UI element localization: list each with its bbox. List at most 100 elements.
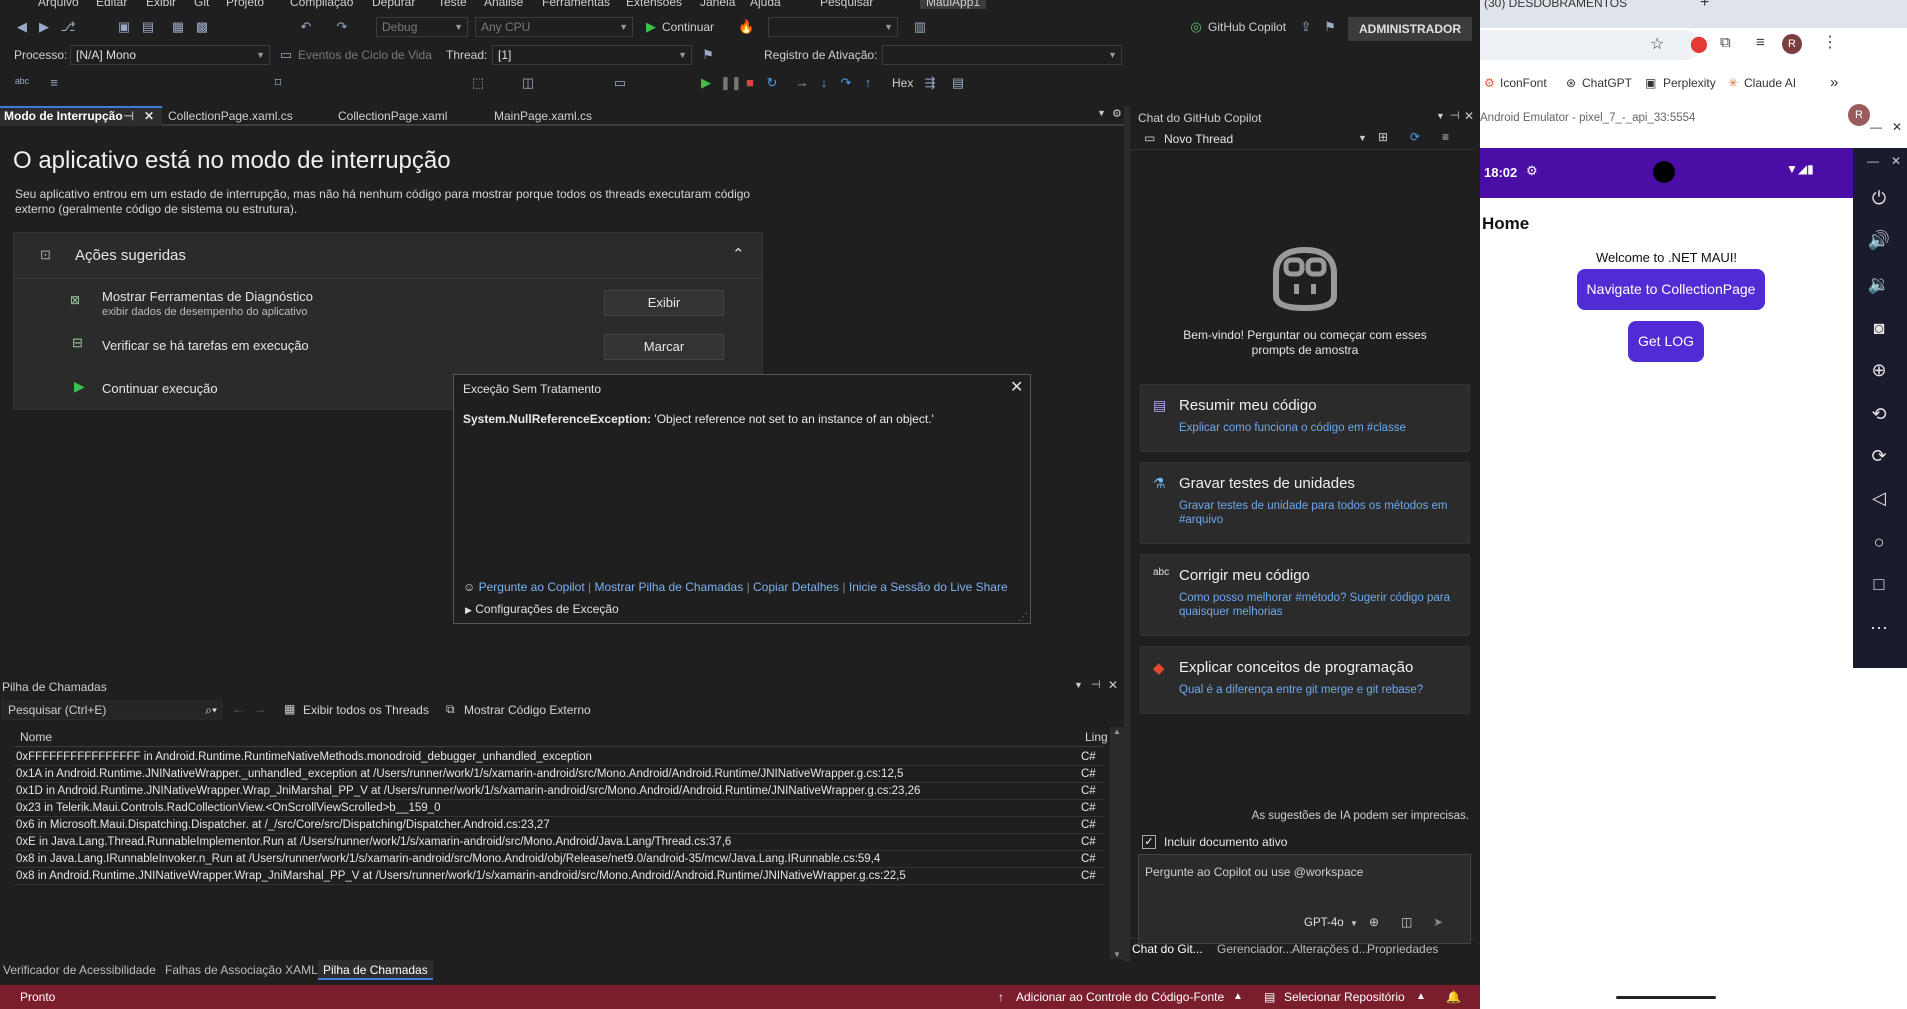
browser-tab[interactable]: (30) DESDOBRAMENTOS: [1484, 0, 1627, 10]
table-row[interactable]: 0x6 in Microsoft.Maui.Dispatching.Dispat…: [14, 817, 1104, 834]
table-row[interactable]: 0x1A in Android.Runtime.JNINativeWrapper…: [14, 766, 1104, 783]
pin-icon[interactable]: ⊣: [1450, 109, 1460, 122]
share-icon[interactable]: ⇪: [1298, 19, 1314, 35]
pause-icon[interactable]: ❚❚: [720, 75, 742, 91]
camera-icon[interactable]: ◙: [1867, 316, 1891, 340]
scroll-up-icon[interactable]: ▲: [1113, 727, 1121, 736]
chevron-down-icon[interactable]: ▼: [1436, 111, 1445, 121]
rotate-right-icon[interactable]: ⟳: [1867, 444, 1891, 468]
diagnostics-icon[interactable]: ⬚: [470, 75, 486, 91]
attach-icon[interactable]: ⊕: [1369, 915, 1379, 929]
chevron-right-icon[interactable]: »: [1830, 74, 1838, 91]
exception-settings[interactable]: ▶ Configurações de Exceção: [465, 602, 619, 616]
split-view-icon[interactable]: ◫: [1401, 915, 1412, 929]
new-item-icon[interactable]: ▣: [116, 19, 132, 35]
menu-exibir[interactable]: Exibir: [146, 0, 176, 9]
menu-analise[interactable]: Análise: [484, 0, 523, 9]
table-row[interactable]: 0x8 in Android.Runtime.JNINativeWrapper.…: [14, 868, 1104, 885]
view-button[interactable]: Exibir: [604, 290, 724, 316]
monitor-icon[interactable]: ▭: [612, 75, 628, 91]
layout-icon[interactable]: ▥: [912, 19, 928, 35]
prompt-card-summarize[interactable]: ▤ Resumir meu código Explicar como funci…: [1140, 384, 1470, 452]
menu-git[interactable]: Git: [194, 0, 209, 9]
table-row[interactable]: 0xFFFFFFFFFFFFFFFF in Android.Runtime.Ru…: [14, 749, 1104, 766]
get-log-button[interactable]: Get LOG: [1628, 321, 1704, 362]
minimize-icon[interactable]: —: [1867, 154, 1879, 168]
bookmark-claude[interactable]: Claude AI: [1744, 76, 1796, 90]
bookmark-star-icon[interactable]: ☆: [1650, 34, 1664, 54]
chevron-up-icon[interactable]: ⌃: [732, 245, 745, 263]
copilot-button[interactable]: GitHub Copilot: [1208, 20, 1286, 34]
activation-dropdown[interactable]: ▼: [882, 45, 1122, 65]
tab-solution-explorer[interactable]: Gerenciador...: [1217, 942, 1292, 956]
forward-icon[interactable]: ▶: [36, 19, 52, 35]
callstack-search-input[interactable]: Pesquisar (Ctrl+E) ⌕▾: [2, 700, 222, 720]
show-callstack-link[interactable]: Mostrar Pilha de Chamadas: [594, 580, 743, 594]
continue-icon[interactable]: ▶: [74, 378, 85, 395]
media-icon[interactable]: ≡: [1756, 34, 1765, 51]
more-icon[interactable]: ⋯: [1867, 616, 1891, 640]
close-icon[interactable]: ✕: [144, 108, 154, 124]
tab-overflow-icon[interactable]: ▼: [1097, 108, 1106, 118]
profile-avatar[interactable]: R: [1782, 34, 1802, 54]
history-icon[interactable]: ⟳: [1410, 130, 1420, 144]
table-row[interactable]: 0x8 in Java.Lang.IRunnableInvoker.n_Run …: [14, 851, 1104, 868]
tab-git-changes[interactable]: Alterações d...: [1292, 942, 1369, 956]
open-folder-icon[interactable]: ▤: [140, 19, 156, 35]
tab-break-mode[interactable]: Modo de Interrupção ⊣ ✕: [0, 106, 162, 126]
opera-icon[interactable]: ⬤: [1690, 34, 1708, 54]
close-icon[interactable]: ✕: [1464, 109, 1474, 123]
hot-reload-icon[interactable]: 🔥: [738, 19, 754, 35]
back-icon[interactable]: ←: [232, 702, 244, 716]
restart-icon[interactable]: ↻: [764, 75, 780, 91]
flag-icon[interactable]: ⚑: [700, 47, 716, 63]
home-icon[interactable]: ○: [1867, 530, 1891, 554]
zoom-icon[interactable]: ⊕: [1867, 358, 1891, 382]
gesture-bar[interactable]: [1616, 996, 1716, 999]
tab-copilot-chat[interactable]: Chat do Git...: [1132, 942, 1203, 956]
thread-selector[interactable]: Novo Thread: [1164, 132, 1233, 146]
rotate-left-icon[interactable]: ⟲: [1867, 402, 1891, 426]
tab-properties[interactable]: Propriedades: [1367, 942, 1438, 956]
back-icon[interactable]: ◀: [14, 19, 30, 35]
menu-editar[interactable]: Editar: [96, 0, 127, 9]
pin-icon[interactable]: ⊣: [124, 108, 134, 124]
gear-icon[interactable]: ⚙: [1112, 107, 1122, 120]
menu-teste[interactable]: Teste: [438, 0, 467, 9]
menu-compilacao[interactable]: Compilação: [290, 0, 353, 9]
spellcheck-icon[interactable]: ᵃᵇᶜ: [14, 75, 30, 91]
close-icon[interactable]: ✕: [1010, 377, 1023, 397]
column-language[interactable]: Ling: [1085, 730, 1108, 744]
menu-icon[interactable]: ≡: [1442, 130, 1449, 144]
show-external-code-button[interactable]: Mostrar Código Externo: [464, 703, 591, 717]
table-row[interactable]: 0x23 in Telerik.Maui.Controls.RadCollect…: [14, 800, 1104, 817]
bookmark-iconfont[interactable]: IconFont: [1500, 76, 1547, 90]
tab-collectionpage-xaml-cs[interactable]: CollectionPage.xaml.cs: [164, 106, 328, 126]
suggested-actions-header[interactable]: ⊡ Ações sugeridas ⌃: [14, 233, 762, 279]
scroll-down-icon[interactable]: ▼: [1113, 950, 1121, 959]
close-icon[interactable]: ✕: [1891, 154, 1901, 168]
menu-arquivo[interactable]: Arquivo: [38, 0, 79, 9]
tab-call-stack[interactable]: Pilha de Chamadas: [318, 960, 433, 980]
camera-icon[interactable]: ◫: [520, 75, 536, 91]
format-icon[interactable]: ≡: [46, 75, 62, 91]
notifications-icon[interactable]: 🔔: [1446, 985, 1461, 1009]
tab-xaml-binding-failures[interactable]: Falhas de Associação XAML: [165, 963, 318, 977]
stop-icon[interactable]: ■: [742, 75, 758, 91]
mark-button[interactable]: Marcar: [604, 334, 724, 360]
undo-icon[interactable]: ↶: [298, 19, 314, 35]
process-dropdown[interactable]: [N/A] Mono ▼: [70, 45, 270, 65]
address-bar[interactable]: [1480, 30, 1700, 60]
close-icon[interactable]: ✕: [1892, 120, 1902, 134]
add-to-source-control[interactable]: Adicionar ao Controle do Código-Fonte: [1016, 985, 1224, 1009]
copilot-input[interactable]: Pergunte ao Copilot ou use @workspace GP…: [1138, 854, 1471, 944]
new-thread-icon[interactable]: ⊞: [1378, 130, 1388, 144]
new-tab-icon[interactable]: +: [1700, 0, 1709, 12]
prompt-card-unit-tests[interactable]: ⚗ Gravar testes de unidades Gravar teste…: [1140, 462, 1470, 544]
resize-grip-icon[interactable]: ⋰: [1018, 612, 1028, 623]
close-icon[interactable]: ✕: [1108, 678, 1118, 692]
platform-dropdown[interactable]: Any CPU ▼: [475, 17, 633, 37]
save-all-icon[interactable]: ▩: [194, 19, 210, 35]
prompt-card-explain-concepts[interactable]: ◆ Explicar conceitos de programação Qual…: [1140, 646, 1470, 714]
callstack-scrollbar[interactable]: ▲ ▼: [1110, 727, 1124, 959]
